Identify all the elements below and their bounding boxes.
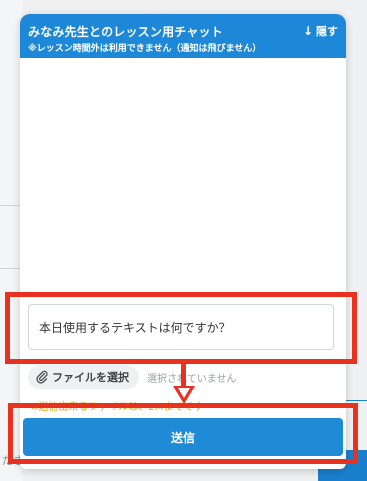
paperclip-icon xyxy=(36,370,48,384)
chat-panel: みなみ先生とのレッスン用チャット ※レッスン時間外は利用できません（通知は飛びま… xyxy=(20,14,346,469)
background-divider xyxy=(0,205,20,206)
background-divider xyxy=(0,268,20,269)
file-select-button[interactable]: ファイルを選択 xyxy=(28,365,139,389)
background-divider xyxy=(346,400,367,401)
background-page xyxy=(0,0,22,481)
hide-chat-button[interactable]: ↓ 隠す xyxy=(303,23,338,39)
chat-title: みなみ先生とのレッスン用チャット xyxy=(28,25,223,39)
file-row: ファイルを選択 選択されていません xyxy=(28,365,236,389)
chat-subtitle: ※レッスン時間外は利用できません（通知は飛びません） xyxy=(28,44,262,54)
messages-area xyxy=(20,58,346,298)
send-button[interactable]: 送信 xyxy=(23,418,343,456)
arrow-down-icon: ↓ xyxy=(302,24,313,38)
file-status: 選択されていません xyxy=(147,373,237,385)
message-input[interactable]: 本日使用するテキストは何ですか？ xyxy=(28,304,334,350)
chat-header: みなみ先生とのレッスン用チャット ※レッスン時間外は利用できません（通知は飛びま… xyxy=(20,14,346,58)
file-size-note: ※送信出来るファイルは、2Mまでです xyxy=(30,402,204,413)
hide-chat-label: 隠す xyxy=(316,25,338,38)
file-select-label: ファイルを選択 xyxy=(52,371,129,384)
